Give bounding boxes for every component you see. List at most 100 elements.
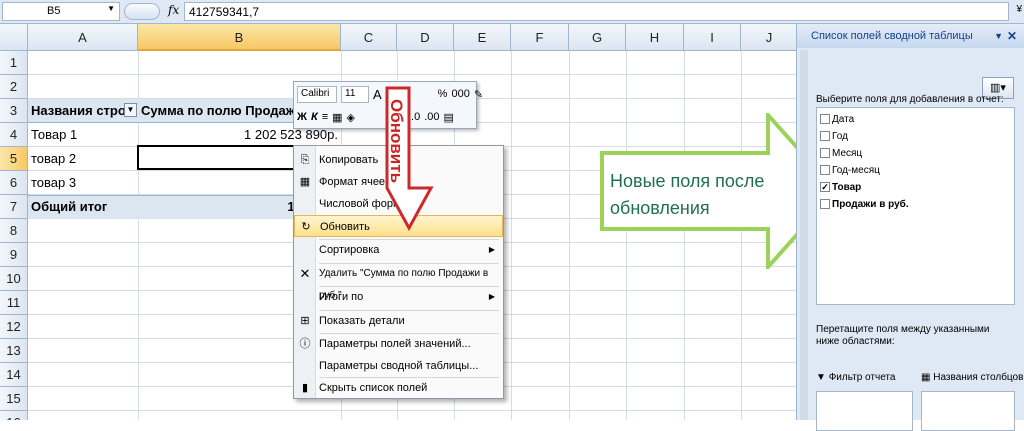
- menu-item-label: Параметры полей значений...: [319, 338, 471, 350]
- row-header-4[interactable]: 4: [0, 123, 28, 147]
- checkbox[interactable]: [820, 148, 830, 159]
- row-header-7[interactable]: 7: [0, 195, 28, 219]
- pivot-row-label[interactable]: товар 2: [28, 147, 138, 171]
- report-filter-text: Фильтр отчета: [828, 372, 896, 383]
- row-header-13[interactable]: 13: [0, 339, 28, 363]
- columns-icon: ▦: [921, 372, 934, 383]
- gridline: [28, 74, 796, 75]
- panel-menu-chevron-icon[interactable]: ▼: [994, 24, 1003, 48]
- name-box[interactable]: B5 ▼: [2, 2, 120, 21]
- field-item-month[interactable]: Месяц: [820, 145, 862, 162]
- pivot-field-list-panel: Список полей сводной таблицы ▼ ✕ ▥▾ Выбери…: [796, 24, 1024, 431]
- row-header-15[interactable]: 15: [0, 387, 28, 411]
- close-icon[interactable]: ✕: [1007, 24, 1017, 48]
- row-header-1[interactable]: 1: [0, 51, 28, 75]
- menu-item-label: Параметры сводной таблицы...: [319, 360, 479, 372]
- row-header-6[interactable]: 6: [0, 171, 28, 195]
- menu-item-summarize-by[interactable]: Итоги по ▶: [294, 286, 503, 308]
- formula-input[interactable]: 412759341,7: [184, 2, 1009, 21]
- name-box-value: B5: [47, 5, 61, 17]
- submenu-arrow-icon: ▶: [488, 292, 495, 301]
- column-header-g[interactable]: G: [569, 24, 626, 51]
- pivot-grand-total-label[interactable]: Общий итог: [28, 195, 138, 219]
- borders-icon[interactable]: ▦: [332, 111, 342, 124]
- panel-title-text: Список полей сводной таблицы: [811, 30, 973, 42]
- field-label: Дата: [832, 114, 855, 125]
- pivot-row-label[interactable]: Товар 1: [28, 123, 138, 147]
- filter-dropdown-icon[interactable]: ▼: [124, 103, 137, 117]
- chevron-down-icon[interactable]: ▼: [107, 4, 115, 13]
- fx-icon[interactable]: fx: [168, 3, 179, 17]
- row-header-10[interactable]: 10: [0, 267, 28, 291]
- row-header-5[interactable]: 5: [0, 147, 28, 171]
- field-list-icon: ▮: [301, 382, 309, 394]
- menu-item-label: Итоги по: [319, 291, 364, 303]
- font-name-select[interactable]: Calibri: [297, 85, 337, 103]
- align-center-icon[interactable]: ≡: [322, 111, 328, 123]
- italic-button[interactable]: К: [311, 111, 318, 123]
- new-fields-annotation: Новые поля после обновления: [610, 168, 764, 222]
- checkbox[interactable]: [820, 165, 830, 176]
- pivot-row-label[interactable]: товар 3: [28, 171, 138, 195]
- menu-item-delete[interactable]: ✕ Удалить "Сумма по полю Продажи в руб.": [294, 263, 503, 302]
- row-header-14[interactable]: 14: [0, 363, 28, 387]
- font-size-select[interactable]: 11: [341, 85, 369, 103]
- menu-item-hide-field-list[interactable]: ▮ Скрыть список полей: [294, 377, 503, 399]
- column-labels-text: Названия столбцов: [933, 372, 1024, 383]
- field-item-date[interactable]: Дата: [820, 111, 854, 128]
- drag-fields-label: Перетащите поля между указанными ниже об…: [816, 324, 990, 347]
- expand-formula-icon[interactable]: ¥: [1016, 4, 1022, 15]
- column-header-f[interactable]: F: [511, 24, 569, 51]
- row-header-16[interactable]: 16: [0, 411, 28, 420]
- menu-item-label: Сортировка: [319, 244, 380, 256]
- column-header-i[interactable]: I: [684, 24, 741, 51]
- select-all-corner[interactable]: [0, 24, 28, 51]
- row-header-9[interactable]: 9: [0, 243, 28, 267]
- delete-icon: ✕: [299, 266, 311, 281]
- row-header-3[interactable]: 3: [0, 99, 28, 123]
- pivot-row-labels-header[interactable]: Названия строк: [28, 99, 126, 123]
- filter-icon: ▼: [816, 372, 829, 383]
- column-header-c[interactable]: C: [341, 24, 397, 51]
- checkbox-checked[interactable]: ✓: [820, 182, 830, 193]
- field-item-sales[interactable]: Продажи в руб.: [820, 196, 909, 213]
- row-header-8[interactable]: 8: [0, 219, 28, 243]
- checkbox[interactable]: [820, 114, 830, 125]
- format-painter-icon[interactable]: ✎: [474, 88, 483, 101]
- bold-button[interactable]: Ж: [297, 111, 307, 123]
- checkbox[interactable]: [820, 131, 830, 142]
- checkbox[interactable]: [820, 199, 830, 210]
- field-label: Год: [832, 131, 848, 142]
- column-header-a[interactable]: A: [28, 24, 138, 51]
- panel-title: Список полей сводной таблицы ▼ ✕: [797, 24, 1024, 48]
- fill-color-icon[interactable]: ◈: [347, 111, 355, 124]
- row-header-2[interactable]: 2: [0, 75, 28, 99]
- gridline: [569, 51, 570, 420]
- refresh-annotation: Обновить: [384, 93, 408, 193]
- field-label: Месяц: [832, 148, 863, 159]
- row-header-11[interactable]: 11: [0, 291, 28, 315]
- new-fields-line-2: обновления: [610, 198, 710, 218]
- menu-item-label: Скрыть список полей: [319, 382, 428, 394]
- menu-item-pivot-options[interactable]: Параметры сводной таблицы...: [294, 355, 503, 377]
- panel-resize-handle[interactable]: [800, 50, 808, 420]
- refresh-icon: ↻: [301, 221, 311, 233]
- column-header-j[interactable]: J: [741, 24, 796, 51]
- column-header-d[interactable]: D: [397, 24, 454, 51]
- menu-item-label: Показать детали: [319, 315, 405, 327]
- copy-icon: ⎘: [300, 154, 310, 166]
- details-icon: ⊞: [300, 315, 310, 327]
- column-header-h[interactable]: H: [626, 24, 684, 51]
- field-item-year-month[interactable]: Год-месяц: [820, 162, 880, 179]
- column-header-b[interactable]: B: [138, 24, 341, 51]
- field-item-product[interactable]: ✓ Товар: [820, 179, 861, 196]
- column-labels-drop-zone[interactable]: [921, 391, 1015, 431]
- row-header-12[interactable]: 12: [0, 315, 28, 339]
- formula-bar: B5 ▼ fx 412759341,7 ¥: [0, 0, 1024, 24]
- menu-item-value-field-settings[interactable]: ⓘ Параметры полей значений...: [294, 333, 503, 355]
- menu-item-show-details[interactable]: ⊞ Показать детали: [294, 310, 503, 332]
- column-header-e[interactable]: E: [454, 24, 511, 51]
- menu-item-sort[interactable]: Сортировка ▶: [294, 239, 503, 261]
- report-filter-drop-zone[interactable]: [816, 391, 913, 431]
- field-item-year[interactable]: Год: [820, 128, 848, 145]
